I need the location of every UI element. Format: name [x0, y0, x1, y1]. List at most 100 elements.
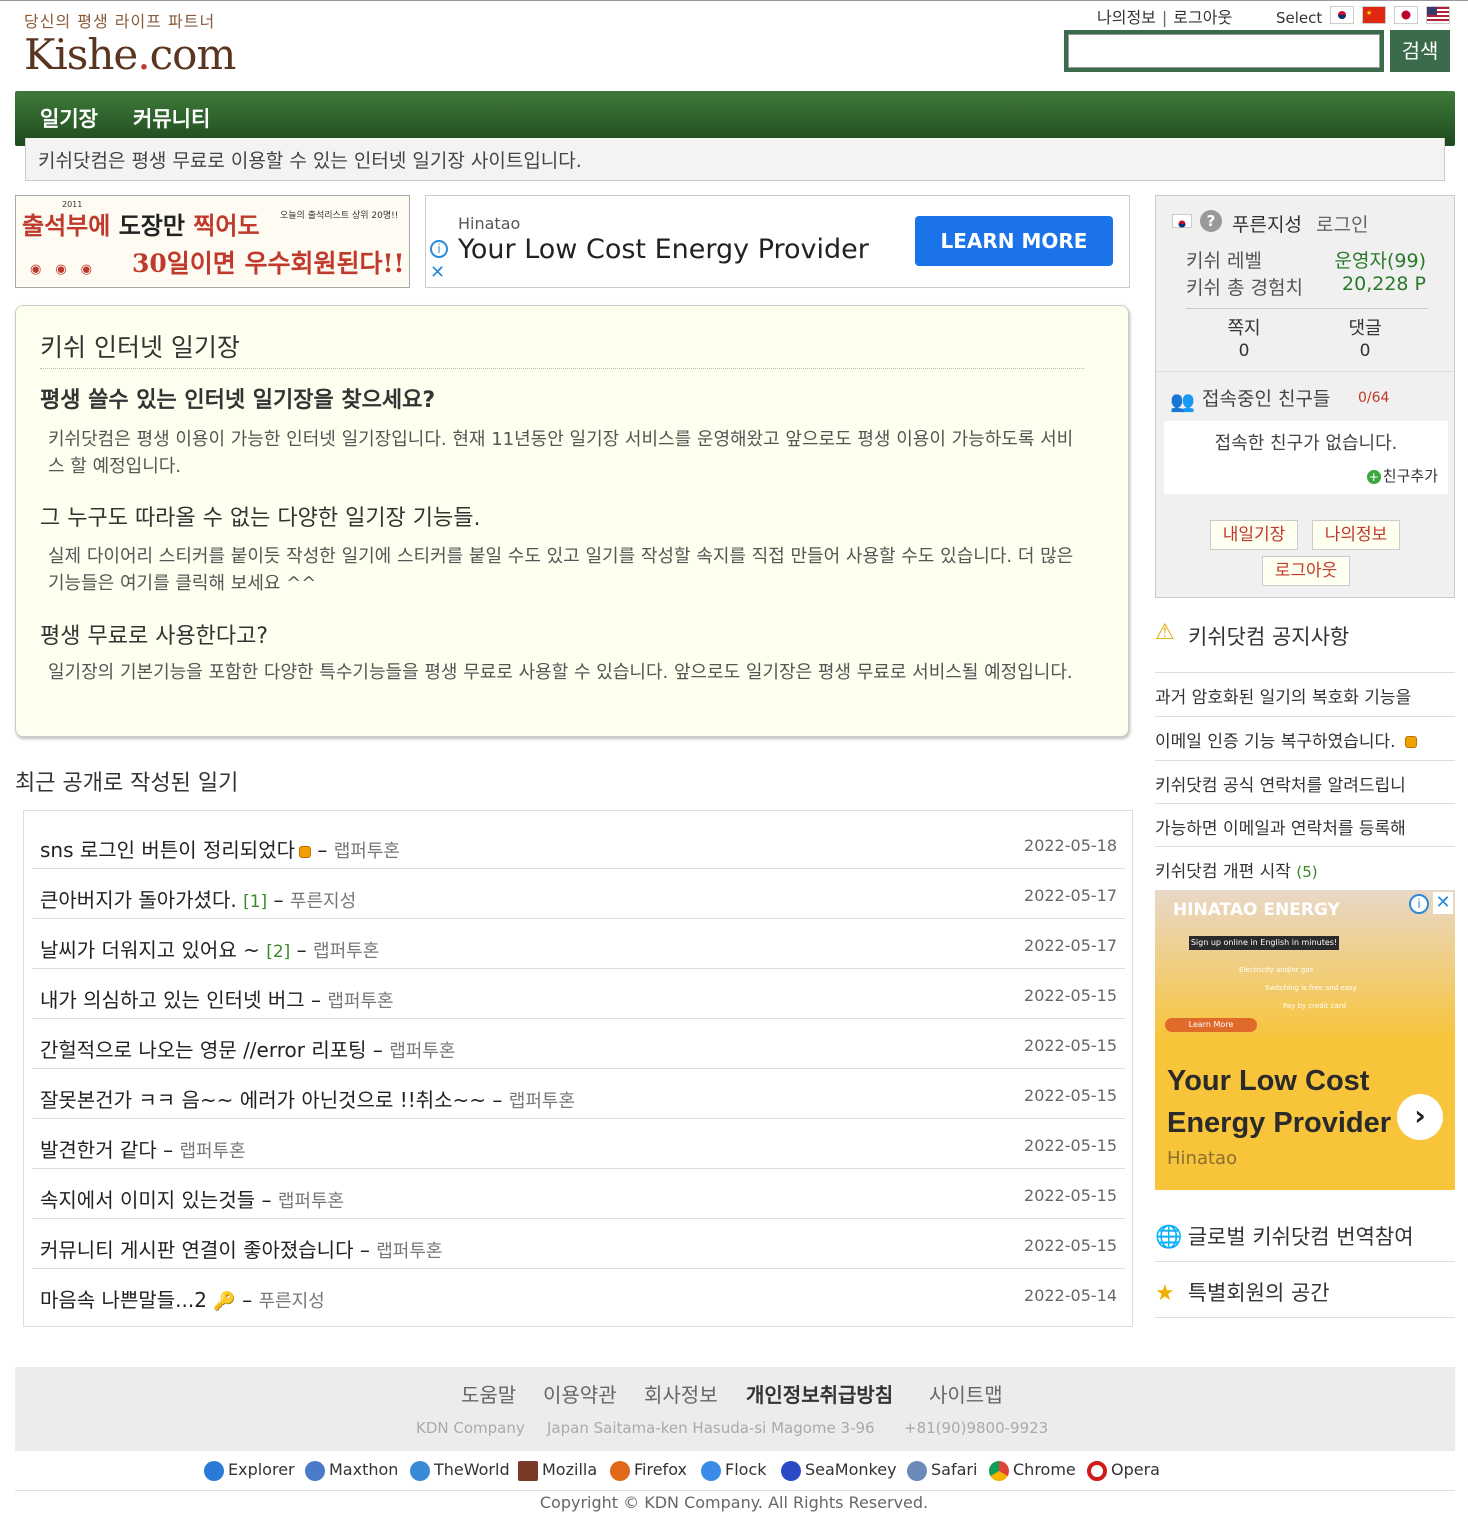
chevron-right-icon[interactable]: ›	[1397, 1094, 1443, 1140]
notice-text[interactable]: 가능하면 이메일과 연락처를 등록해	[1155, 819, 1406, 839]
notice-title[interactable]: 키쉬닷컴 공지사항	[1188, 621, 1349, 651]
browser-theworld[interactable]: TheWorld	[410, 1460, 510, 1481]
diary-title[interactable]: 속지에서 이미지 있는것들	[40, 1188, 255, 1212]
korea-flag-icon[interactable]	[1330, 6, 1354, 24]
diary-title[interactable]: 발견한거 같다	[40, 1138, 157, 1162]
ad-learn-more-button[interactable]: Learn More	[1165, 1018, 1257, 1032]
diary-row[interactable]: sns 로그인 버튼이 정리되었다 – 랩퍼투혼 2022-05-18	[32, 819, 1125, 869]
diary-title[interactable]: 내가 의심하고 있는 인터넷 버그	[40, 988, 305, 1012]
notice-item[interactable]: 과거 암호화된 일기의 복호화 기능을	[1155, 672, 1455, 716]
level-label: 키쉬 레벨	[1186, 250, 1262, 272]
browser-seamonkey[interactable]: SeaMonkey	[781, 1460, 897, 1481]
search-input[interactable]	[1068, 34, 1380, 68]
diary-author[interactable]: 랩퍼투혼	[278, 1191, 344, 1212]
footer-terms-link[interactable]: 이용약관	[543, 1379, 617, 1408]
ad-info-icon[interactable]: i	[1409, 894, 1429, 914]
diary-row[interactable]: 큰아버지가 돌아가셨다. [1] – 푸른지성 2022-05-17	[32, 869, 1125, 919]
notice-item[interactable]: 키쉬닷컴 공식 연락처를 알려드립니	[1155, 760, 1455, 804]
ad-info-icon[interactable]: i	[430, 240, 448, 258]
logout-link[interactable]: 로그아웃	[1173, 8, 1232, 27]
diary-row[interactable]: 커뮤니티 게시판 연결이 좋아졌습니다 – 랩퍼투혼 2022-05-15	[32, 1219, 1125, 1269]
notice-item[interactable]: 가능하면 이메일과 연락처를 등록해	[1155, 803, 1455, 847]
diary-row[interactable]: 잘못본건가 ㅋㅋ 음~~ 에러가 아닌것으로 !!취소~~ – 랩퍼투혼 202…	[32, 1069, 1125, 1119]
mozilla-icon	[518, 1460, 538, 1481]
diary-author[interactable]: 랩퍼투혼	[334, 841, 400, 862]
diary-title[interactable]: 마음속 나쁜말들...2	[40, 1288, 207, 1312]
notice-text[interactable]: 이메일 인증 기능 복구하였습니다.	[1155, 732, 1396, 752]
nav-community[interactable]: 커뮤니티	[133, 103, 210, 133]
myinfo-link[interactable]: 나의정보	[1097, 8, 1156, 27]
diary-author[interactable]: 랩퍼투혼	[389, 1041, 455, 1062]
diary-author[interactable]: 푸른지성	[258, 1291, 324, 1312]
diary-author[interactable]: 랩퍼투혼	[376, 1241, 442, 1262]
browser-flock[interactable]: Flock	[701, 1460, 767, 1481]
intro-heading-2: 그 누구도 따라올 수 없는 다양한 일기장 기능들.	[40, 506, 481, 531]
usa-flag-icon[interactable]	[1426, 6, 1450, 24]
footer-sitemap-link[interactable]: 사이트맵	[929, 1379, 1003, 1408]
diary-author[interactable]: 랩퍼투혼	[313, 941, 379, 962]
browser-safari[interactable]: Safari	[907, 1460, 977, 1481]
special-member-link[interactable]: ★ 특별회원의 공간	[1155, 1262, 1455, 1318]
footer-privacy-link[interactable]: 개인정보취급방침	[746, 1379, 893, 1408]
browser-maxthon[interactable]: Maxthon	[305, 1460, 398, 1481]
diary-title[interactable]: 커뮤니티 게시판 연결이 좋아졌습니다	[40, 1238, 353, 1262]
diary-title[interactable]: 잘못본건가 ㅋㅋ 음~~ 에러가 아닌것으로 !!취소~~	[40, 1088, 486, 1112]
level-value: 운영자(99)	[1334, 250, 1426, 272]
diary-title[interactable]: 간헐적으로 나오는 영문 //error 리포팅	[40, 1038, 367, 1062]
notice-text[interactable]: 과거 암호화된 일기의 복호화 기능을	[1155, 688, 1411, 708]
my-info-button[interactable]: 나의정보	[1312, 520, 1400, 550]
diary-title[interactable]: 날씨가 더워지고 있어요 ~	[40, 938, 260, 962]
ad-feature: Electricity and/or gas	[1239, 966, 1314, 974]
friends-empty-message: 접속한 친구가 없습니다.	[1214, 433, 1398, 454]
footer-help-link[interactable]: 도움말	[461, 1379, 516, 1408]
browser-opera[interactable]: Opera	[1087, 1460, 1160, 1481]
side-ad-banner[interactable]: HINATAO ENERGY Sign up online in English…	[1155, 890, 1455, 1190]
diary-author[interactable]: 랩퍼투혼	[509, 1091, 575, 1112]
browser-explorer[interactable]: Explorer	[204, 1460, 295, 1481]
nav-diary[interactable]: 일기장	[40, 103, 98, 133]
diary-row[interactable]: 속지에서 이미지 있는것들 – 랩퍼투혼 2022-05-15	[32, 1169, 1125, 1219]
diary-title[interactable]: sns 로그인 버튼이 정리되었다	[40, 838, 295, 862]
notice-text[interactable]: 키쉬닷컴 공식 연락처를 알려드립니	[1155, 776, 1406, 796]
help-icon[interactable]: ?	[1200, 210, 1222, 232]
ad-headline[interactable]: Your Low Cost Energy Provider	[458, 234, 869, 265]
notice-item[interactable]: 키쉬닷컴 개편 시작 (5)	[1155, 846, 1455, 890]
star-icon: ★	[1155, 1281, 1175, 1306]
global-translation-link[interactable]: 🌐 글로벌 키쉬닷컴 번역참여	[1155, 1206, 1455, 1262]
notice-count: (5)	[1296, 863, 1318, 881]
diary-row[interactable]: 내가 의심하고 있는 인터넷 버그 – 랩퍼투혼 2022-05-15	[32, 969, 1125, 1019]
japan-flag-icon[interactable]	[1394, 6, 1418, 24]
memo-label[interactable]: 쪽지	[1204, 314, 1284, 340]
china-flag-icon[interactable]: ★	[1362, 6, 1386, 24]
search-button[interactable]: 검색	[1390, 30, 1450, 72]
diary-author[interactable]: 푸른지성	[290, 891, 356, 912]
browser-label: Explorer	[228, 1460, 295, 1479]
browser-chrome[interactable]: Chrome	[989, 1460, 1076, 1481]
browser-mozilla[interactable]: Mozilla	[518, 1460, 597, 1481]
user-name[interactable]: 푸른지성	[1232, 210, 1302, 237]
intro-paragraph-2[interactable]: 실제 다이어리 스티커를 붙이듯 작성한 일기에 스티커를 붙일 수도 있고 일…	[48, 543, 1088, 597]
diary-row[interactable]: 날씨가 더워지고 있어요 ~ [2] – 랩퍼투혼 2022-05-17	[32, 919, 1125, 969]
logout-button[interactable]: 로그아웃	[1262, 556, 1350, 586]
add-friend-button[interactable]: + 친구추가	[1366, 465, 1438, 486]
diary-row[interactable]: 발견한거 같다 – 랩퍼투혼 2022-05-15	[32, 1119, 1125, 1169]
top-ad-banner[interactable]: i ✕ Hinatao Your Low Cost Energy Provide…	[425, 195, 1130, 288]
attendance-banner[interactable]: 2011 출석부에 도장만 찍어도 오늘의 출석리스트 상위 20명!! 30일…	[15, 195, 410, 288]
diary-row[interactable]: 마음속 나쁜말들...2 🔑 – 푸른지성 2022-05-14	[32, 1269, 1125, 1319]
my-diary-button[interactable]: 내일기장	[1210, 520, 1298, 550]
footer-company-link[interactable]: 회사정보	[644, 1379, 718, 1408]
ad-close-icon[interactable]: ✕	[1433, 892, 1453, 914]
ad-close-icon[interactable]: ✕	[430, 262, 445, 283]
diary-row[interactable]: 간헐적으로 나오는 영문 //error 리포팅 – 랩퍼투혼 2022-05-…	[32, 1019, 1125, 1069]
browser-firefox[interactable]: Firefox	[610, 1460, 687, 1481]
notice-text[interactable]: 키쉬닷컴 개편 시작	[1155, 862, 1291, 882]
comment-label[interactable]: 댓글	[1325, 314, 1405, 340]
site-logo[interactable]: Kishe.com	[24, 30, 236, 79]
diary-author[interactable]: 랩퍼투혼	[179, 1141, 245, 1162]
ad-headline[interactable]: Your Low Cost Energy Provider	[1167, 1060, 1397, 1144]
diary-author[interactable]: 랩퍼투혼	[327, 991, 393, 1012]
ad-signup-text: Sign up online in English in minutes!	[1189, 936, 1339, 950]
diary-title[interactable]: 큰아버지가 돌아가셨다.	[40, 888, 237, 912]
notice-item[interactable]: 이메일 인증 기능 복구하였습니다.	[1155, 716, 1455, 760]
ad-learn-more-button[interactable]: LEARN MORE	[915, 216, 1113, 266]
